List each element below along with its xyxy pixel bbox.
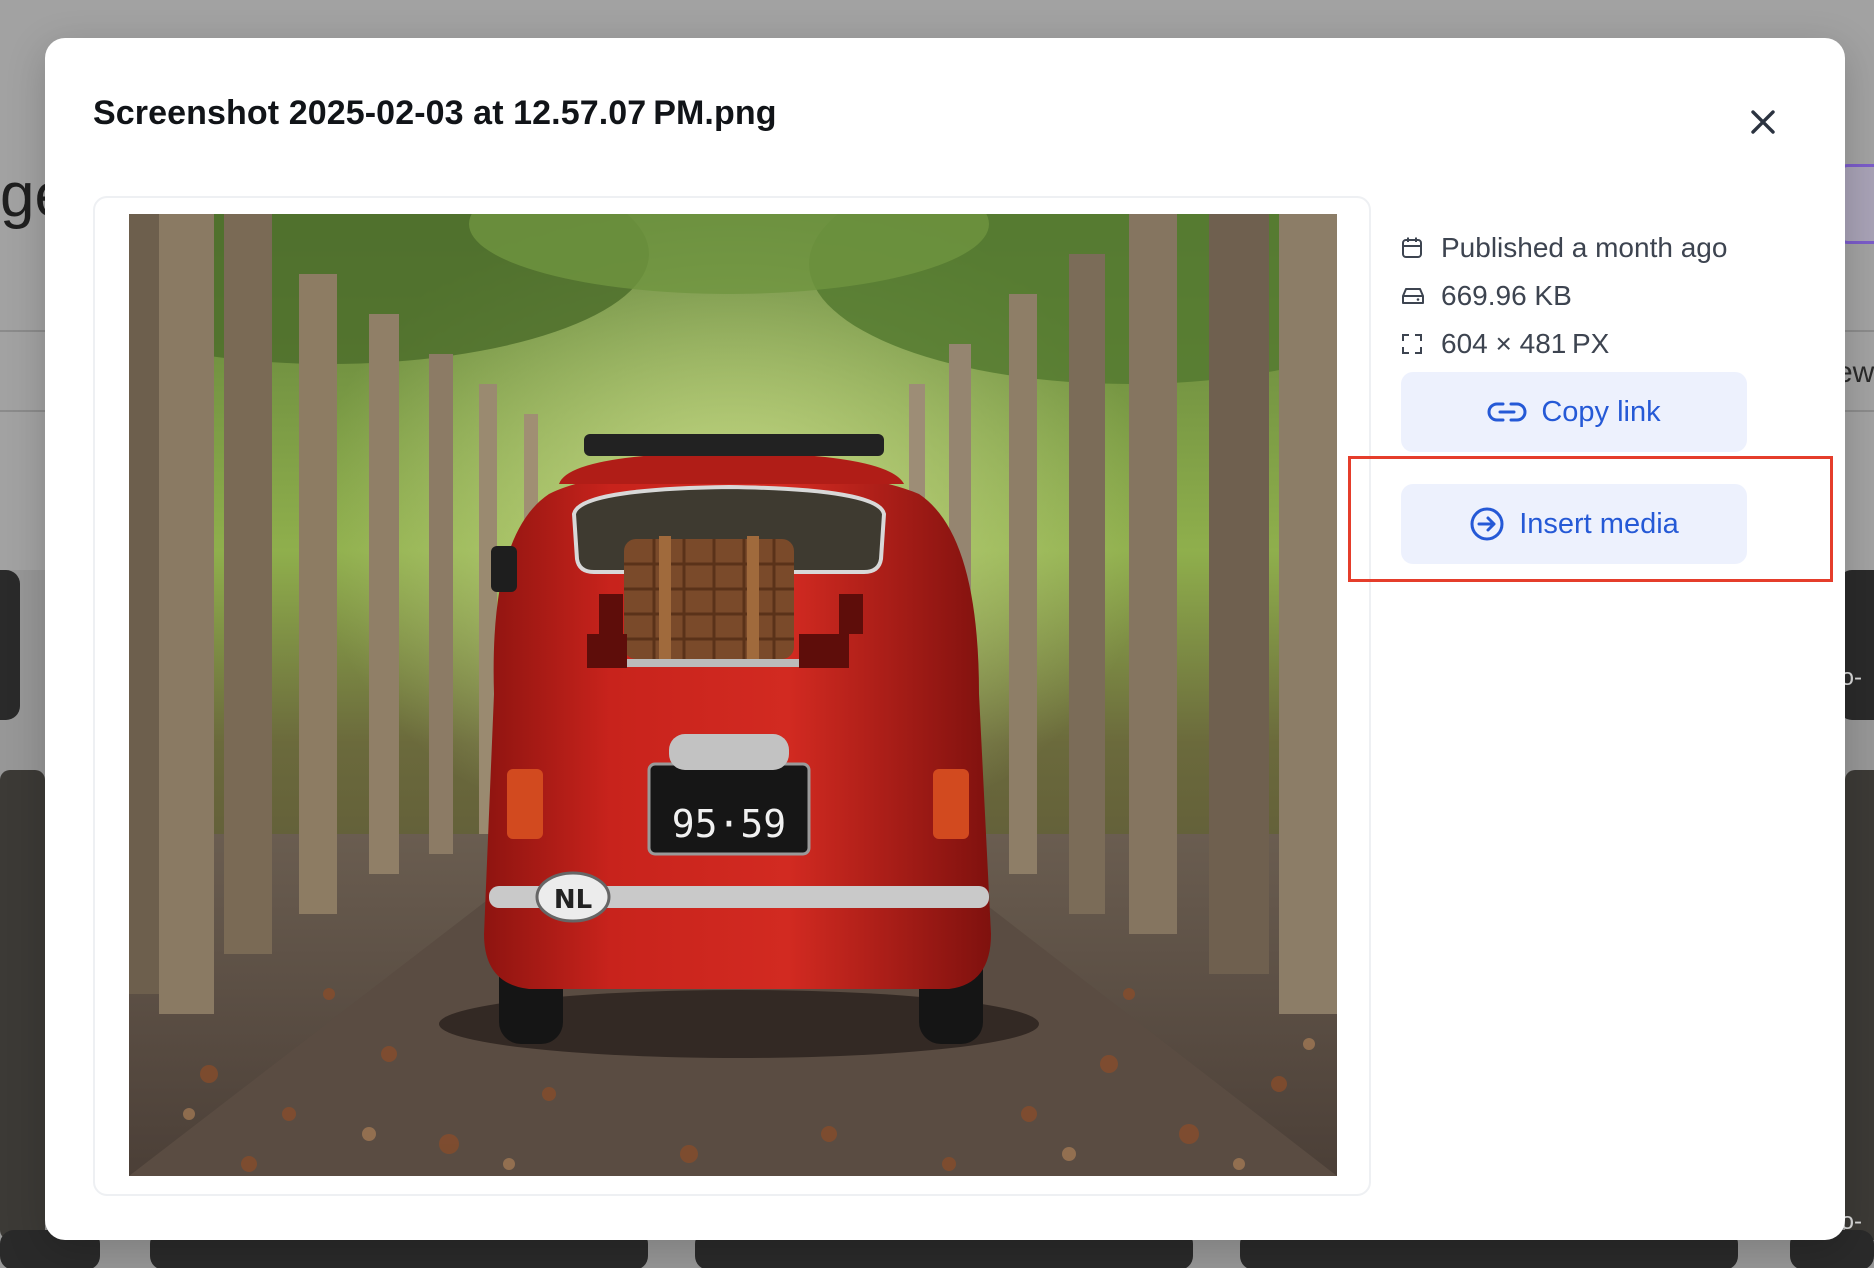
copy-link-label: Copy link [1541,395,1661,428]
arrow-right-circle-icon [1470,507,1504,541]
drive-icon [1401,280,1441,312]
country-badge-text: NL [554,885,592,915]
media-metadata: Published a month ago 669.96 KB 604 × 48… [1401,224,1821,368]
image-preview: 95·59 NL [129,214,1337,1176]
file-size-row: 669.96 KB [1401,272,1821,320]
published-row: Published a month ago [1401,224,1821,272]
dimensions-icon [1401,328,1441,360]
car-photo: 95·59 NL [129,214,1337,1176]
close-icon [1751,110,1775,134]
link-icon [1487,402,1527,422]
background-thumbnail [0,770,45,1240]
published-text: Published a month ago [1441,232,1728,263]
close-button[interactable] [1735,94,1791,150]
license-plate-text: 95·59 [672,802,786,846]
dimensions-row: 604 × 481 PX [1401,320,1821,368]
file-size-text: 669.96 KB [1441,280,1572,311]
insert-media-label: Insert media [1519,507,1679,540]
dimensions-text: 604 × 481 PX [1441,328,1610,359]
media-details-modal: Screenshot 2025-02-03 at 12.57.07 PM.png [45,38,1845,1240]
image-preview-frame: 95·59 NL [93,196,1371,1196]
modal-title: Screenshot 2025-02-03 at 12.57.07 PM.png [93,94,777,132]
calendar-icon [1401,232,1441,264]
background-thumbnail [1845,770,1874,1240]
copy-link-button[interactable]: Copy link [1401,372,1747,452]
background-card [0,570,20,720]
insert-media-button[interactable]: Insert media [1401,484,1747,564]
